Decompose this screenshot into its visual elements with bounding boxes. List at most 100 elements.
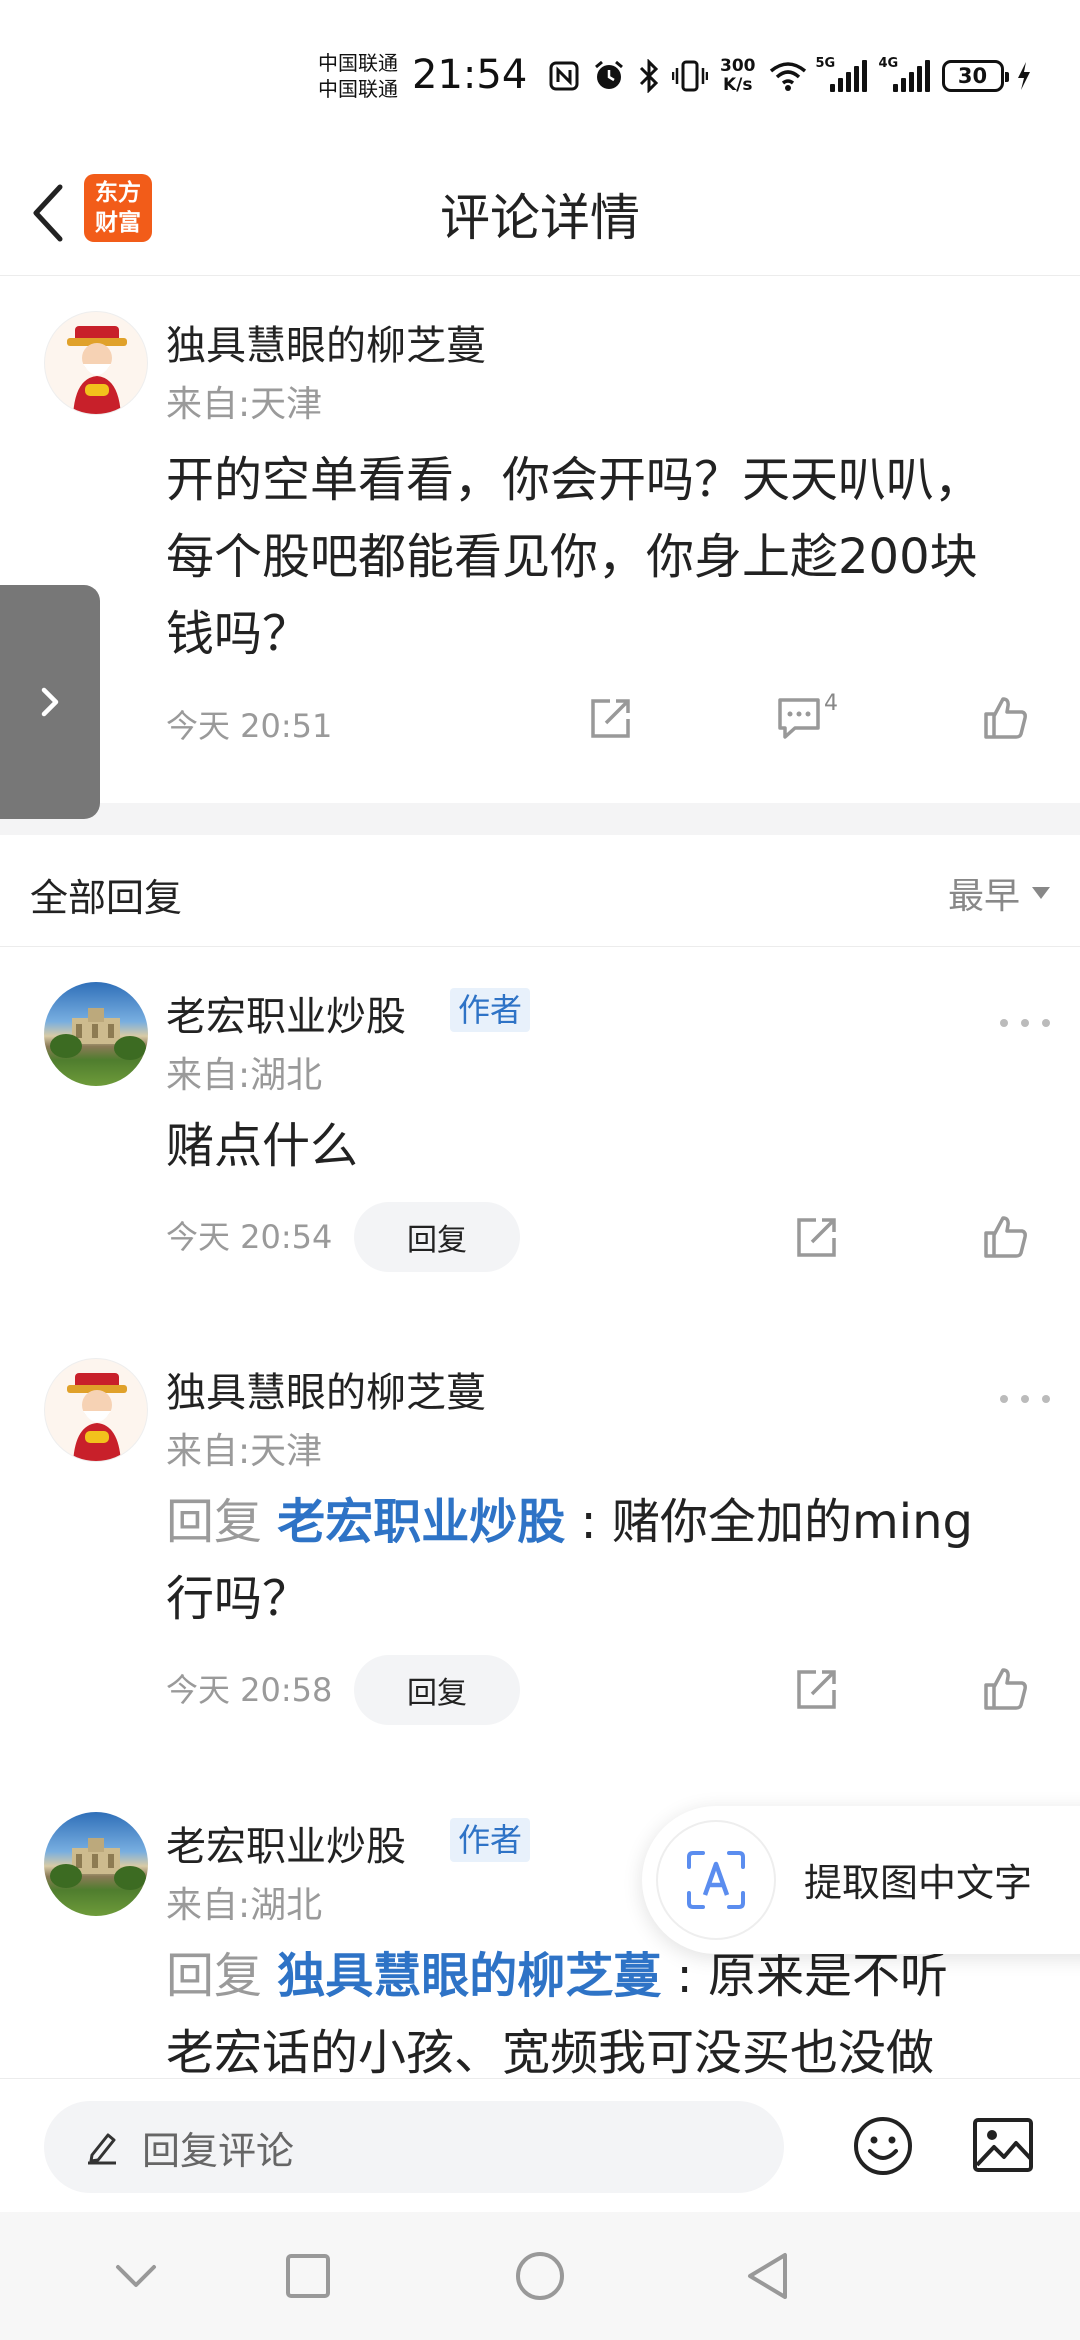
reply-prefix: 回复 [166,1494,263,1550]
comment-content-line: 每个股吧都能看见你，你身上趁200块 [166,529,978,585]
avatar[interactable] [44,1358,148,1462]
reply-time: 今天 20:58 [166,1671,333,1709]
signal-1-tag: 5G [815,56,836,71]
like-button[interactable] [978,691,1032,745]
share-button[interactable] [584,691,638,745]
section-divider [0,803,1080,835]
status-bar: 中国联通 中国联通 21:54 300 K/s 5G 4G 30 [0,0,1080,150]
nav-recents-button[interactable] [278,2246,338,2306]
text-recognition-icon [656,1820,776,1940]
nav-home-button[interactable] [510,2246,570,2306]
comment-content-line: 钱吗？ [166,606,311,662]
reply-prefix: 回复 [166,1948,263,2004]
image-button[interactable] [972,2117,1034,2173]
reply-username[interactable]: 老宏职业炒股 [166,1814,406,1872]
triangle-back-icon [748,2253,787,2299]
share-button[interactable] [790,1210,844,1264]
main-comment: 独具慧眼的柳芝蔓 来自:天津 开的空单看看，你会开吗？天天叭叭， 每个股吧都能看… [0,277,1080,802]
signal-icon: 4G [879,56,930,92]
comment-content-line: 开的空单看看，你会开吗？天天叭叭， [166,452,983,508]
sort-label: 最早 [947,876,1020,917]
reply-item: 独具慧眼的柳芝蔓 来自:天津 回复 老宏职业炒股 : 赌你全加的ming 行吗？… [0,1324,1080,1744]
signal-icon: 5G [816,56,867,92]
reply-input-placeholder: 回复评论 [142,2128,295,2173]
top-header: 东方 财富 评论详情 [0,150,1080,276]
reply-location: 来自:湖北 [166,1055,323,1096]
replies-title: 全部回复 [30,876,183,920]
battery-level: 30 [957,64,988,88]
avatar[interactable] [44,982,148,1086]
extract-text-button[interactable]: 提取图中文字 [642,1806,1080,1954]
network-speed: 300 K/s [720,57,756,95]
comment-username[interactable]: 独具慧眼的柳芝蔓 [166,313,486,371]
like-button[interactable] [978,1662,1032,1716]
square-icon [286,2254,330,2298]
avatar[interactable] [44,311,148,415]
nav-collapse-button[interactable] [106,2246,166,2306]
chevron-right-icon [41,687,59,717]
reply-text: : 原来是不听 [661,1948,948,2004]
like-button[interactable] [978,1210,1032,1264]
reply-comment-input[interactable]: 回复评论 [44,2101,784,2193]
share-icon [797,1218,836,1257]
reply-content: 赌点什么 [166,1118,359,1174]
reply-item: 老宏职业炒股 作者 来自:湖北 赌点什么 今天 20:54 回复 [0,948,1080,1288]
more-options-button[interactable] [1000,1384,1050,1414]
system-nav-bar [0,2212,1080,2340]
caret-down-icon [1032,887,1050,899]
pencil-icon [88,2133,116,2165]
comment-location: 来自:天津 [166,384,323,425]
fortune-god-avatar-icon [67,326,127,414]
landscape-avatar-icon [50,1838,146,1890]
avatar[interactable] [44,1812,148,1916]
replies-header: 全部回复 最早 [0,835,1080,947]
reply-username[interactable]: 老宏职业炒股 [166,984,406,1042]
status-icons: 300 K/s 5G 4G 30 [548,54,1032,98]
reply-content-line: 行吗？ [166,1571,311,1627]
mention-link[interactable]: 独具慧眼的柳芝蔓 [277,1948,661,2004]
reply-button[interactable]: 回复 [354,1655,520,1725]
share-button[interactable] [790,1662,844,1716]
share-icon [591,699,630,738]
reply-button[interactable]: 回复 [354,1202,520,1272]
nav-back-button[interactable] [738,2246,798,2306]
reply-location: 来自:湖北 [166,1885,323,1926]
chevron-down-icon [116,2265,156,2287]
signal-2-tag: 4G [878,56,899,71]
carrier-2: 中国联通 [318,77,398,101]
carrier-1: 中国联通 [318,51,398,75]
mention-link[interactable]: 老宏职业炒股 [277,1494,565,1550]
nfc-icon [549,61,579,91]
status-clock: 21:54 [412,52,528,98]
emoji-button[interactable] [852,2115,914,2177]
image-icon [973,2118,1033,2172]
reply-username[interactable]: 独具慧眼的柳芝蔓 [166,1360,486,1418]
reply-time: 今天 20:54 [166,1218,333,1256]
more-options-button[interactable] [1000,1008,1050,1038]
reply-content: 回复 老宏职业炒股 : 赌你全加的ming 行吗？ [166,1484,1046,1638]
circle-icon [516,2252,564,2300]
bluetooth-icon [639,59,659,93]
author-badge: 作者 [450,1818,531,1862]
comment-content: 开的空单看看，你会开吗？天天叭叭， 每个股吧都能看见你，你身上趁200块 钱吗？ [166,442,1046,673]
vibrate-icon [672,60,708,92]
side-panel-handle[interactable] [0,585,100,819]
charging-icon [1017,62,1030,90]
comment-icon [778,698,820,739]
reply-location: 来自:天津 [166,1431,323,1472]
reply-content: 回复 独具慧眼的柳芝蔓 : 原来是不听 老宏话的小孩、宽频我可没买也没做 [166,1938,1046,2078]
thumbs-up-icon [984,1216,1027,1258]
share-icon [797,1670,836,1709]
net-speed-value: 300 [720,56,756,76]
thumbs-up-icon [984,697,1027,739]
net-speed-unit: K/s [722,75,753,95]
reply-content-line: 回复 老宏职业炒股 : 赌你全加的ming [166,1484,1046,1561]
extract-text-label: 提取图中文字 [804,1861,1033,1905]
landscape-avatar-icon [50,1008,146,1060]
comment-button[interactable] [772,691,826,745]
thumbs-up-icon [984,1668,1027,1710]
carrier-names: 中国联通 中国联通 [318,50,398,102]
sort-dropdown[interactable]: 最早 [948,867,1050,919]
comment-time: 今天 20:51 [166,707,333,745]
alarm-icon [595,60,623,89]
